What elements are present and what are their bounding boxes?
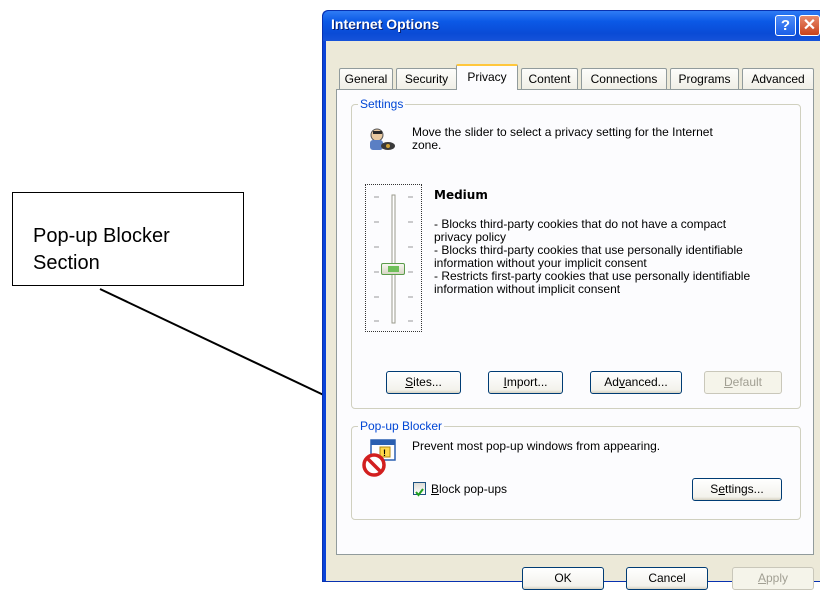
advanced-button[interactable]: Advanced... [590, 371, 682, 394]
popup-blocker-group-label: Pop-up Blocker [358, 419, 445, 433]
tab-security[interactable]: Security [396, 68, 457, 89]
checkmark-icon [415, 488, 424, 497]
popup-settings-label-mnemonic: e [718, 482, 725, 496]
internet-options-dialog: Internet Options ? ✕ General Security Pr… [322, 10, 820, 590]
import-label-post: mport... [506, 375, 548, 389]
privacy-intro-line-1: Move the slider to select a privacy sett… [412, 125, 713, 139]
popup-settings-label-post: ttings... [725, 482, 764, 496]
import-button[interactable]: Import... [488, 371, 563, 394]
sites-label-post: ites... [413, 375, 442, 389]
popup-blocker-group: Pop-up Blocker ! Prevent most pop-up win… [351, 419, 801, 520]
tab-content[interactable]: Content [521, 68, 578, 89]
privacy-slider[interactable] [365, 184, 422, 332]
privacy-slider-thumb[interactable] [381, 263, 405, 275]
sites-button[interactable]: Sites... [386, 371, 461, 394]
advanced-label-pre: Ad [604, 375, 619, 389]
popup-blocker-description: Prevent most pop-up windows from appeari… [412, 439, 661, 453]
apply-button[interactable]: Apply [732, 567, 814, 590]
block-popups-checkbox[interactable] [413, 482, 426, 497]
privacy-zone-icon [370, 128, 395, 150]
privacy-level-title: Medium [434, 188, 488, 202]
dialog-client-area: General Security Privacy Content Connect… [326, 41, 820, 590]
privacy-intro-line-2: zone. [412, 138, 442, 152]
svg-text:!: ! [383, 448, 386, 458]
popup-blocker-icon: ! [362, 439, 396, 477]
settings-group-label: Settings [358, 97, 406, 111]
window-title: Internet Options [331, 16, 440, 32]
tab-connections[interactable]: Connections [581, 68, 667, 89]
block-popups-label[interactable]: Block pop-ups [431, 483, 507, 496]
advanced-label-post: anced... [624, 375, 668, 389]
block-popups-label-mnemonic: B [431, 482, 440, 496]
default-label-post: efault [732, 375, 763, 389]
close-button[interactable]: ✕ [799, 15, 820, 36]
ok-button[interactable]: OK [522, 567, 604, 590]
block-popups-label-post: lock pop-ups [439, 482, 508, 496]
tab-advanced[interactable]: Advanced [742, 68, 814, 89]
default-button[interactable]: Default [704, 371, 782, 394]
tab-general[interactable]: General [339, 68, 393, 89]
settings-group: Settings Move the slider to select a pri… [351, 97, 801, 409]
privacy-tab-panel: Settings Move the slider to select a pri… [336, 89, 814, 555]
help-button[interactable]: ? [775, 15, 796, 36]
privacy-desc-line-6: information without implicit consent [434, 282, 621, 296]
default-label-mnemonic: D [723, 375, 733, 389]
title-bar[interactable]: Internet Options ? ✕ [323, 11, 820, 41]
apply-label-mnemonic: A [757, 571, 766, 585]
cancel-button[interactable]: Cancel [626, 567, 708, 590]
tab-privacy[interactable]: Privacy [456, 64, 518, 90]
sites-label-mnemonic: S [405, 375, 414, 389]
privacy-slider-track [374, 194, 413, 324]
apply-label-post: pply [766, 571, 789, 585]
tab-programs[interactable]: Programs [670, 68, 739, 89]
popup-settings-button[interactable]: Settings... [692, 478, 782, 501]
